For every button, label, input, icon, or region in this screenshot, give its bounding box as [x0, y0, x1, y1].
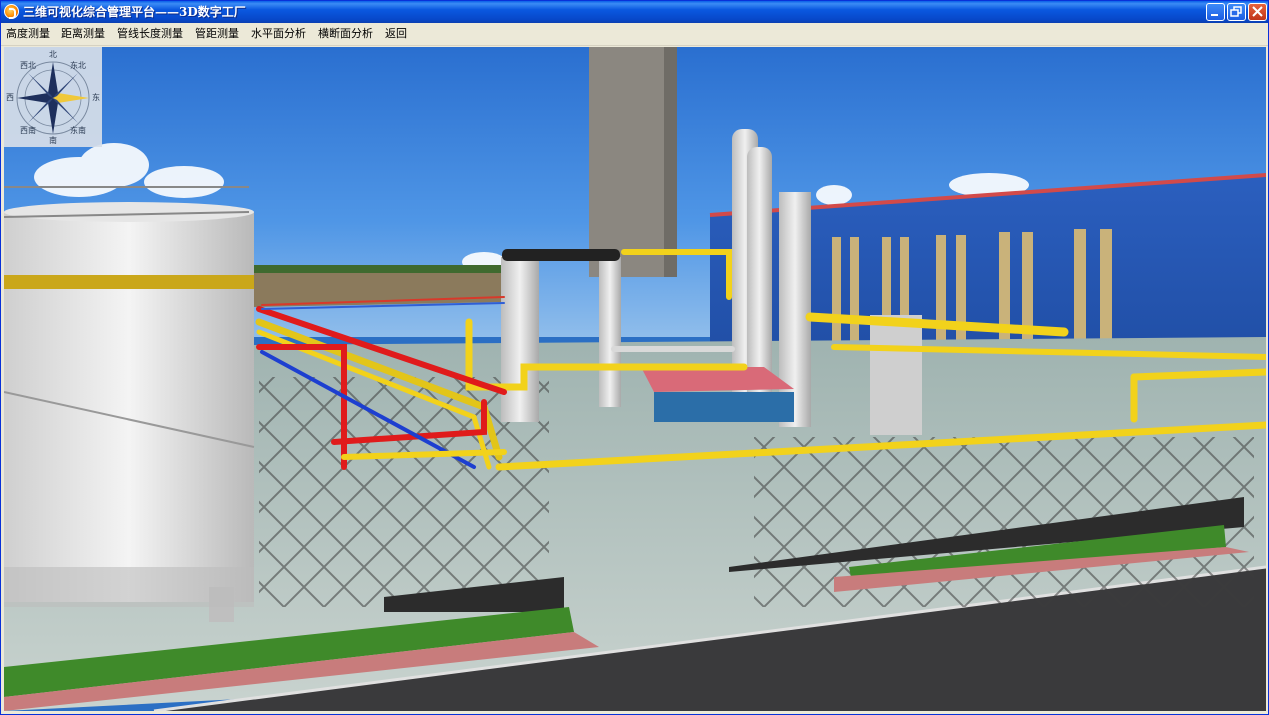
3d-scene-viewport[interactable]: 北 南 东 西 东北 西北 东南 西南 — [4, 47, 1266, 711]
concrete-tower — [589, 47, 677, 277]
compass-east: 东 — [92, 93, 100, 102]
menu-back[interactable]: 返回 — [385, 26, 407, 42]
app-window: 三维可视化综合管理平台——3D数字工厂 高度测量 距离测量 管线长度测量 管距测… — [0, 0, 1269, 715]
compass-southeast: 东南 — [70, 126, 86, 135]
menu-cross-section-analysis[interactable]: 横断面分析 — [318, 26, 373, 42]
tall-vessel-3 — [779, 192, 811, 427]
menu-horizontal-analysis[interactable]: 水平面分析 — [251, 26, 306, 42]
menu-distance-measure[interactable]: 距离测量 — [61, 26, 105, 42]
storage-tank — [4, 186, 255, 622]
process-column-2 — [599, 257, 621, 407]
compass-west: 西 — [6, 93, 14, 102]
concrete-block — [870, 315, 922, 435]
close-button[interactable] — [1248, 3, 1267, 21]
column-platform — [502, 249, 620, 261]
menu-bar: 高度测量 距离测量 管线长度测量 管距测量 水平面分析 横断面分析 返回 — [1, 23, 1268, 46]
menu-pipeline-length-measure[interactable]: 管线长度测量 — [117, 26, 183, 42]
compass-north: 北 — [49, 50, 57, 59]
app-logo-icon — [4, 4, 19, 19]
restore-icon — [1230, 6, 1242, 17]
factory-scene-render — [4, 47, 1266, 711]
compass-rose-icon — [16, 61, 90, 135]
maximize-button[interactable] — [1227, 3, 1246, 21]
compass-widget[interactable]: 北 南 东 西 东北 西北 东南 西南 — [4, 47, 102, 147]
minimize-button[interactable] — [1206, 3, 1225, 21]
window-title: 三维可视化综合管理平台——3D数字工厂 — [23, 5, 246, 19]
tree-line — [254, 265, 504, 273]
compass-south: 南 — [49, 136, 57, 145]
menu-pipe-spacing-measure[interactable]: 管距测量 — [195, 26, 239, 42]
title-bar[interactable]: 三维可视化综合管理平台——3D数字工厂 — [1, 1, 1268, 23]
compass-southwest: 西南 — [20, 126, 36, 135]
menu-height-measure[interactable]: 高度测量 — [6, 26, 50, 42]
minimize-icon — [1211, 14, 1218, 16]
compass-northwest: 西北 — [20, 61, 36, 70]
process-column-1 — [501, 257, 539, 422]
close-icon — [1252, 6, 1263, 17]
compass-northeast: 东北 — [70, 61, 86, 70]
